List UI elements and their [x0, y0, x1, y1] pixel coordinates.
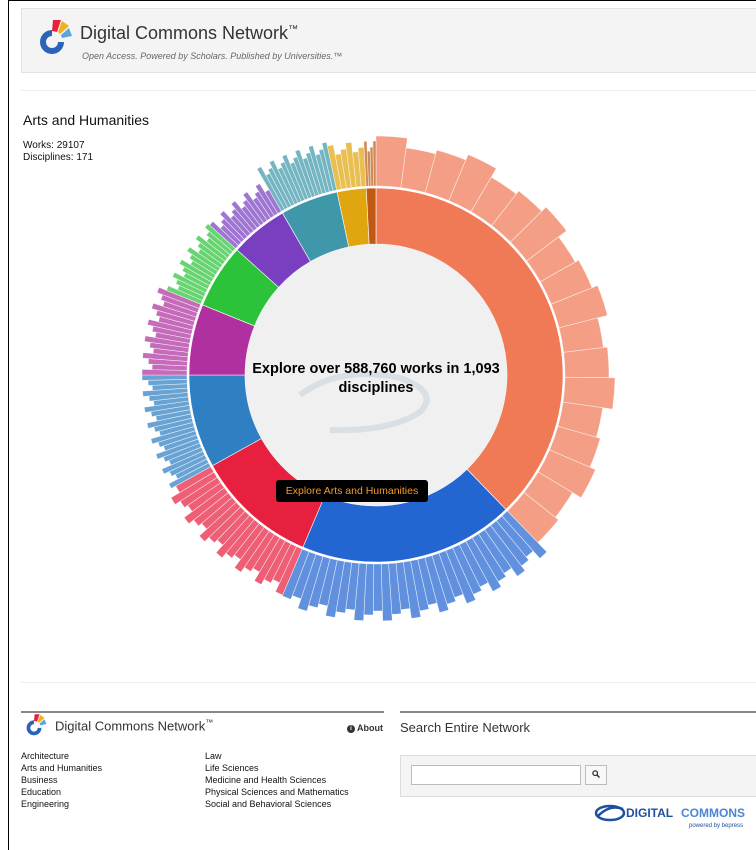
divider	[21, 682, 756, 683]
footer-link[interactable]: Medicine and Health Sciences	[205, 774, 349, 786]
search-input[interactable]	[411, 765, 581, 785]
sunburst-subsegment[interactable]	[372, 140, 377, 187]
bepress-brand-light: COMMONS	[681, 806, 745, 820]
about-link[interactable]: i About	[347, 723, 383, 733]
footer-rule	[400, 711, 756, 713]
footer-link[interactable]: Business	[21, 774, 102, 786]
footer-link[interactable]: Engineering	[21, 798, 102, 810]
search-icon	[592, 770, 601, 779]
footer-link[interactable]: Social and Behavioral Sciences	[205, 798, 349, 810]
footer-link[interactable]: Architecture	[21, 750, 102, 762]
explore-discipline-button[interactable]: Explore Arts and Humanities	[276, 480, 428, 502]
footer-brand[interactable]: Digital Commons Network™	[55, 718, 213, 733]
footer-logo-icon[interactable]	[21, 713, 47, 739]
sunburst-subsegment[interactable]	[141, 374, 188, 381]
sunburst-subsegment[interactable]	[563, 346, 610, 379]
discipline-sunburst-chart[interactable]	[0, 0, 756, 682]
footer-discipline-col-1: Architecture Arts and Humanities Busines…	[21, 750, 102, 810]
footer-link[interactable]: Physical Sciences and Mathematics	[205, 786, 349, 798]
info-icon: i	[347, 724, 355, 733]
bepress-brand-dark: DIGITAL	[626, 806, 673, 820]
footer-link[interactable]: Education	[21, 786, 102, 798]
footer-rule	[21, 711, 384, 713]
search-panel	[400, 755, 756, 797]
bepress-digital-commons-logo[interactable]: DIGITAL COMMONS powered by bepress	[593, 800, 756, 830]
digital-commons-swoosh-icon	[594, 804, 626, 822]
sunburst-subsegment[interactable]	[372, 563, 383, 612]
footer-discipline-col-2: Law Life Sciences Medicine and Health Sc…	[205, 750, 349, 810]
bepress-subtitle: powered by bepress	[689, 823, 743, 829]
footer-link[interactable]: Life Sciences	[205, 762, 349, 774]
search-button[interactable]	[585, 765, 607, 785]
footer-link[interactable]: Law	[205, 750, 349, 762]
search-title: Search Entire Network	[400, 720, 531, 735]
footer-link[interactable]: Arts and Humanities	[21, 762, 102, 774]
sunburst-center-text[interactable]: Explore over 588,760 works in 1,093 disc…	[242, 360, 510, 398]
